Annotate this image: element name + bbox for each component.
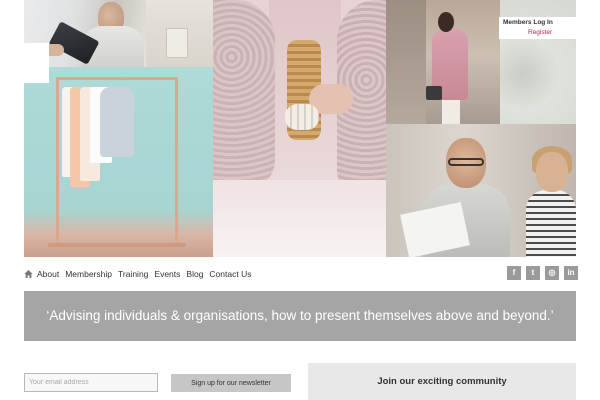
twitter-icon[interactable]: t (526, 266, 540, 280)
main-nav: About Membership Training Events Blog Co… (24, 266, 257, 282)
nav-item-membership[interactable]: Membership (65, 269, 112, 279)
nav-item-about[interactable]: About (37, 269, 59, 279)
members-login-link[interactable]: Members Log In (503, 19, 553, 26)
email-field[interactable] (24, 373, 158, 392)
members-box: Members Log In Register (499, 17, 576, 39)
newsletter-signup-button[interactable]: Sign up for our newsletter (171, 374, 291, 392)
tagline-banner: ‘Advising individuals & organisations, h… (24, 291, 576, 341)
community-heading: Join our exciting community (377, 376, 507, 387)
photo-street-woman (386, 0, 500, 124)
photo-embellished-dress (213, 0, 386, 257)
linkedin-icon[interactable]: in (564, 266, 578, 280)
nav-item-blog[interactable]: Blog (186, 269, 203, 279)
photo-stylist-consultation (386, 124, 576, 257)
social-links: f t ◎ in (507, 266, 578, 280)
home-icon[interactable] (24, 269, 33, 279)
nav-item-events[interactable]: Events (154, 269, 180, 279)
brand-logo-box[interactable] (24, 43, 49, 83)
tagline-text: ‘Advising individuals & organisations, h… (46, 308, 554, 323)
nav-item-contact-us[interactable]: Contact Us (209, 269, 251, 279)
instagram-icon[interactable]: ◎ (545, 266, 559, 280)
photo-wall-frames (146, 0, 213, 67)
community-panel[interactable]: Join our exciting community (308, 363, 576, 400)
photo-clothing-rack (24, 67, 213, 257)
register-link[interactable]: Register (528, 29, 552, 36)
facebook-icon[interactable]: f (507, 266, 521, 280)
nav-item-training[interactable]: Training (118, 269, 148, 279)
hero-collage (24, 0, 576, 257)
